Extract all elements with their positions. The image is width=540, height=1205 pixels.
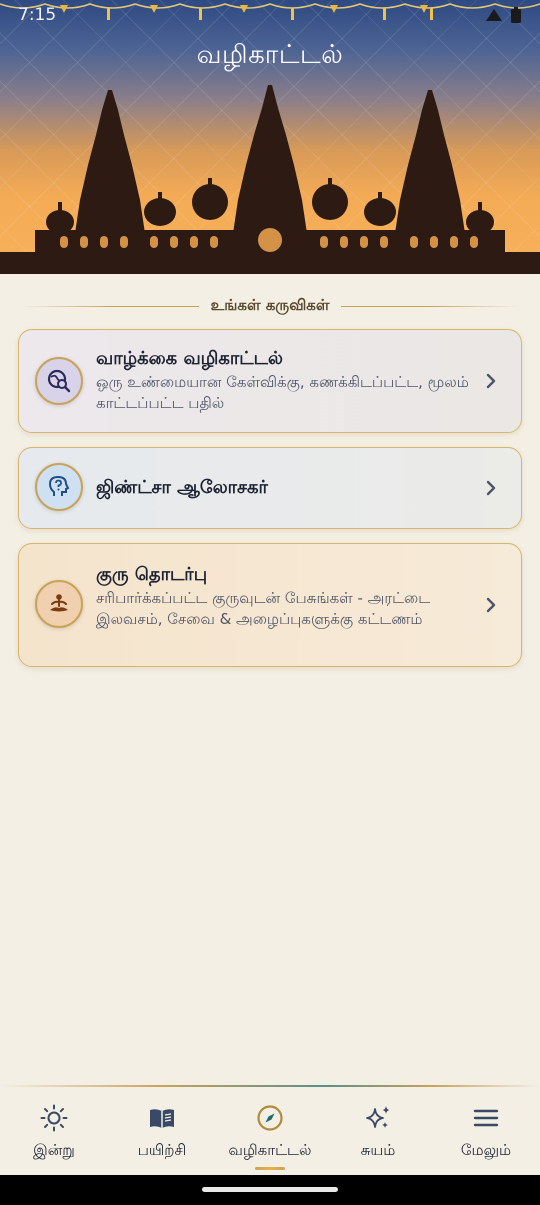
globe-search-icon (35, 357, 83, 405)
header-banner: 7:15 வழிகாட்டல் (0, 0, 540, 274)
sun-icon (40, 1104, 68, 1132)
chevron-right-icon (486, 480, 496, 496)
zindsa-advisor-card[interactable]: ஜிண்ட்சா ஆலோசகர் (18, 447, 522, 529)
active-indicator (255, 1167, 285, 1170)
home-gesture-handle[interactable] (202, 1187, 338, 1192)
status-bar: 7:15 (0, 0, 540, 30)
book-icon (150, 1109, 174, 1128)
divider-right (341, 305, 519, 307)
card-title: குரு தொடர்பு (96, 564, 208, 585)
nav-item-guidance[interactable]: வழிகாட்டல் (216, 1085, 324, 1175)
nav-item-today[interactable]: இன்று (0, 1085, 108, 1175)
nav-item-practice[interactable]: பயிற்சி (108, 1085, 216, 1175)
card-title: ஜிண்ட்சா ஆலோசகர் (96, 477, 268, 498)
chevron-right-icon (486, 597, 496, 613)
head-question-icon (35, 463, 83, 511)
nav-label: சுயம் (360, 1141, 396, 1159)
battery-icon (511, 7, 521, 23)
bottom-navigation: இன்று பயிற்சி வழிகாட்டல் சுயம் மேலும் (0, 1085, 540, 1175)
card-subtitle: ஒரு உண்மையான கேள்விக்கு, கணக்கிடப்பட்ட, … (96, 373, 469, 412)
temple-silhouette (0, 85, 540, 274)
divider-left (22, 305, 199, 307)
card-subtitle: சரிபார்க்கப்பட்ட குருவுடன் பேசுங்கள் - அ… (96, 589, 431, 628)
section-heading-text: உங்கள் கருவிகள் (210, 296, 330, 314)
status-icons (484, 6, 522, 24)
status-time: 7:15 (18, 5, 57, 25)
compass-icon (257, 1105, 283, 1131)
card-title: வாழ்க்கை வழிகாட்டல் (96, 348, 283, 369)
nav-label: மேலும் (460, 1141, 512, 1159)
nav-label: பயிற்சி (137, 1141, 187, 1159)
nav-label: வழிகாட்டல் (228, 1141, 312, 1159)
nav-item-more[interactable]: மேலும் (432, 1085, 540, 1175)
section-heading: உங்கள் கருவிகள் (22, 294, 519, 318)
nav-label: இன்று (33, 1141, 75, 1159)
chevron-right-icon (486, 373, 496, 389)
menu-icon (473, 1109, 499, 1127)
system-navigation-bar (0, 1175, 540, 1205)
guru-contact-card[interactable]: குரு தொடர்பு சரிபார்க்கப்பட்ட குருவுடன் … (18, 543, 522, 667)
page-title: வழிகாட்டல் (196, 40, 344, 70)
life-guidance-card[interactable]: வாழ்க்கை வழிகாட்டல் ஒரு உண்மையான கேள்விக… (18, 329, 522, 433)
meditation-icon (35, 580, 83, 628)
nav-item-self[interactable]: சுயம் (324, 1085, 432, 1175)
signal-icon (486, 9, 502, 21)
sparkles-icon (366, 1106, 390, 1128)
